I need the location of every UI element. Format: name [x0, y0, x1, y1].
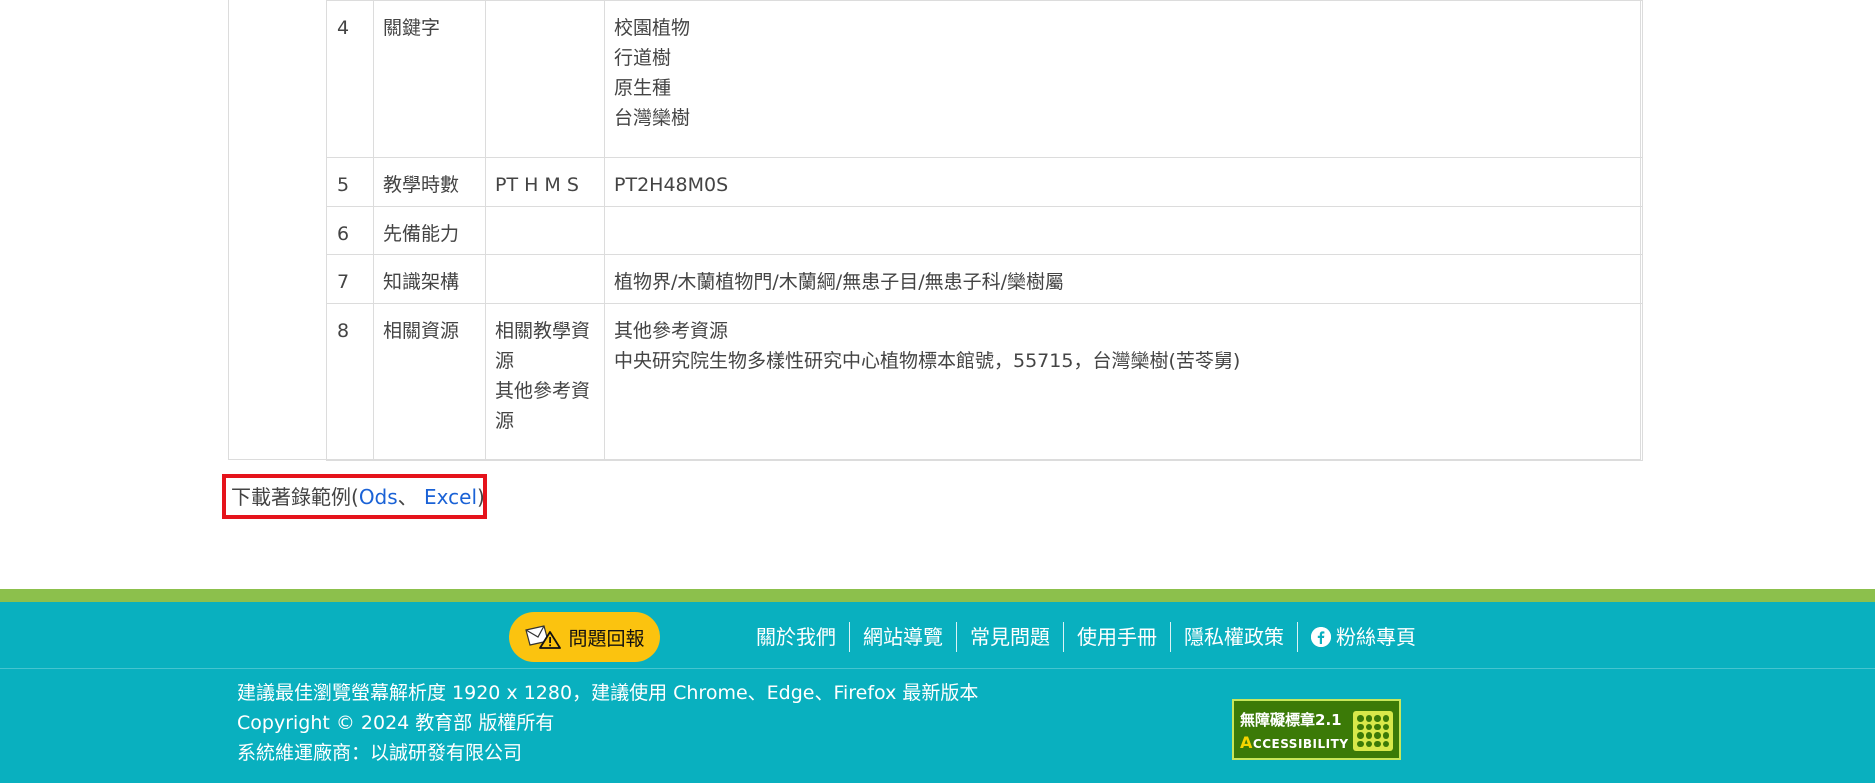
- row-sub-label: [485, 206, 605, 255]
- table-row: 7 知識架構 植物界/木蘭植物門/木蘭綱/無患子目/無患子科/欒樹屬: [326, 254, 1643, 304]
- row-label: 知識架構: [373, 254, 486, 304]
- row-sub-label: PT H M S: [485, 157, 605, 207]
- fanpage-label: 粉絲專頁: [1336, 625, 1416, 649]
- row-value: 校園植物 行道樹 原生種 台灣欒樹: [604, 0, 1643, 158]
- vendor-text: 系統維運廠商：以誠研發有限公司: [237, 742, 523, 764]
- table-row: 8 相關資源 相關教學資源 其他參考資源 其他參考資源 中央研究院生物多樣性研究…: [326, 303, 1643, 461]
- download-excel-link[interactable]: Excel: [424, 485, 477, 509]
- row-sub-label: [485, 0, 605, 158]
- report-issue-button[interactable]: 問題回報: [509, 612, 660, 662]
- keyword: 校園植物: [614, 17, 691, 39]
- site-footer: 問題回報 關於我們 網站導覽 常見問題 使用手冊 隱私權政策 粉絲專頁 建議最佳…: [0, 602, 1875, 783]
- sub-label-item: 相關教學資源: [495, 320, 591, 372]
- download-sample-box: 下載著錄範例(Ods、 Excel): [222, 474, 487, 519]
- keyword: 原生種: [614, 77, 672, 99]
- footer-link-about[interactable]: 關於我們: [743, 622, 849, 652]
- download-suffix: ): [477, 485, 485, 509]
- resource-item: 中央研究院生物多樣性研究中心植物標本館號，55715，台灣欒樹(苦苓舅): [614, 350, 1241, 372]
- badge-subtitle: ACCESSIBILITY: [1240, 733, 1349, 752]
- resolution-note: 建議最佳瀏覽螢幕解析度 1920 x 1280，建議使用 Chrome、Edge…: [237, 682, 979, 704]
- resource-heading: 其他參考資源: [614, 320, 729, 342]
- report-issue-label: 問題回報: [568, 627, 645, 650]
- row-label: 相關資源: [373, 303, 486, 461]
- mail-warning-icon: [525, 625, 562, 649]
- keyword: 行道樹: [614, 47, 672, 69]
- download-sample-text: 下載著錄範例(Ods、 Excel): [231, 483, 485, 511]
- table-row: 6 先備能力: [326, 206, 1643, 255]
- row-value: [604, 206, 1643, 255]
- footer-link-manual[interactable]: 使用手冊: [1064, 622, 1170, 652]
- badge-aa: A: [1240, 733, 1253, 752]
- row-value: 植物界/木蘭植物門/木蘭綱/無患子目/無患子科/欒樹屬: [604, 254, 1643, 304]
- footer-stripe: [0, 589, 1875, 602]
- row-sub-label: [485, 254, 605, 304]
- download-prefix: 下載著錄範例(: [231, 485, 359, 509]
- table-row: 5 教學時數 PT H M S PT2H48M0S: [326, 157, 1643, 207]
- row-label: 先備能力: [373, 206, 486, 255]
- row-value: PT2H48M0S: [604, 157, 1643, 207]
- row-value: 其他參考資源 中央研究院生物多樣性研究中心植物標本館號，55715，台灣欒樹(苦…: [604, 303, 1643, 461]
- copyright-text: Copyright © 2024 教育部 版權所有: [237, 712, 555, 734]
- footer-link-fanpage[interactable]: 粉絲專頁: [1298, 622, 1429, 652]
- row-number: 8: [326, 303, 374, 461]
- badge-title: 無障礙標章2.1: [1240, 711, 1342, 729]
- footer-nav: 關於我們 網站導覽 常見問題 使用手冊 隱私權政策 粉絲專頁: [743, 622, 1429, 652]
- facebook-icon: [1311, 627, 1331, 647]
- footer-link-privacy[interactable]: 隱私權政策: [1171, 622, 1297, 652]
- row-number: 7: [326, 254, 374, 304]
- sub-label-item: 其他參考資源: [495, 380, 591, 432]
- footer-link-sitemap[interactable]: 網站導覽: [850, 622, 956, 652]
- accessibility-badge[interactable]: 無障礙標章2.1 ACCESSIBILITY: [1232, 699, 1401, 760]
- row-label: 教學時數: [373, 157, 486, 207]
- metadata-table: 4 關鍵字 校園植物 行道樹 原生種 台灣欒樹 5 教學時數 PT H M S …: [326, 0, 1643, 461]
- footer-divider: [0, 668, 1875, 669]
- row-number: 4: [326, 0, 374, 158]
- download-separator: 、: [397, 485, 425, 509]
- braille-grid-icon: [1353, 711, 1393, 751]
- row-sub-label: 相關教學資源 其他參考資源: [485, 303, 605, 461]
- row-label: 關鍵字: [373, 0, 486, 158]
- table-row: 4 關鍵字 校園植物 行道樹 原生種 台灣欒樹: [326, 0, 1643, 158]
- download-ods-link[interactable]: Ods: [359, 485, 398, 509]
- keyword: 台灣欒樹: [614, 107, 691, 129]
- row-number: 6: [326, 206, 374, 255]
- footer-link-faq[interactable]: 常見問題: [957, 622, 1063, 652]
- badge-accessibility: CCESSIBILITY: [1252, 737, 1349, 751]
- row-number: 5: [326, 157, 374, 207]
- footer-info: 建議最佳瀏覽螢幕解析度 1920 x 1280，建議使用 Chrome、Edge…: [237, 678, 978, 768]
